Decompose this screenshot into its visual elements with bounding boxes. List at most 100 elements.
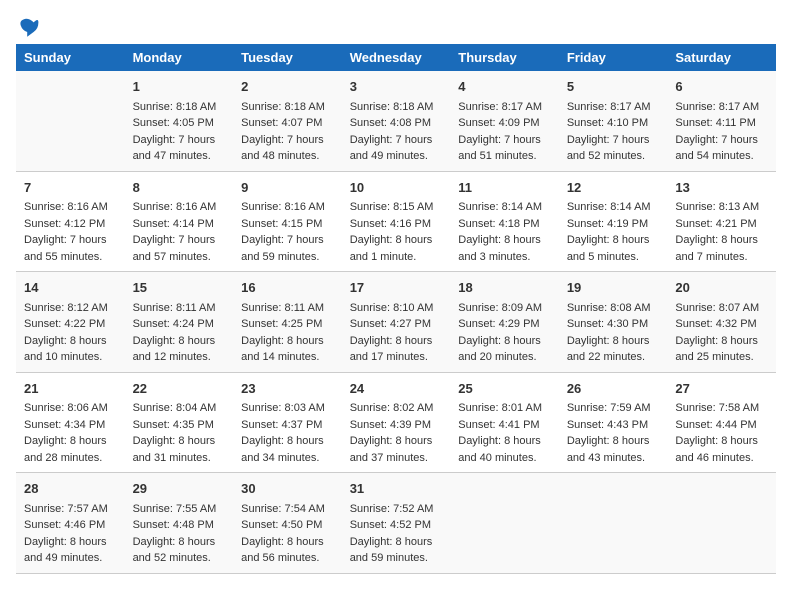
daylight: Daylight: 7 hours and 51 minutes. xyxy=(458,134,541,163)
sunset: Sunset: 4:24 PM xyxy=(133,318,214,330)
day-number: 2 xyxy=(241,77,334,97)
sunrise: Sunrise: 8:10 AM xyxy=(350,302,434,314)
day-number: 18 xyxy=(458,278,551,298)
calendar-cell xyxy=(450,473,559,574)
calendar-cell: 5 Sunrise: 8:17 AM Sunset: 4:10 PM Daylight… xyxy=(559,71,668,171)
calendar-cell: 14Sunrise: 8:12 AMSunset: 4:22 PMDayligh… xyxy=(16,272,125,373)
day-number: 5 xyxy=(567,77,660,97)
sunrise: Sunrise: 8:14 AM xyxy=(567,201,651,213)
sunset: Sunset: 4:50 PM xyxy=(241,519,322,531)
sunset: Sunset: 4:15 PM xyxy=(241,218,322,230)
day-number: 1 xyxy=(133,77,226,97)
day-number: 13 xyxy=(675,178,768,198)
daylight: Daylight: 8 hours and 34 minutes. xyxy=(241,435,324,464)
sunrise: Sunrise: 8:11 AM xyxy=(241,302,324,314)
daylight: Daylight: 8 hours and 10 minutes. xyxy=(24,335,107,364)
sunset: Sunset: 4:08 PM xyxy=(350,117,431,129)
calendar-cell: 10Sunrise: 8:15 AMSunset: 4:16 PMDayligh… xyxy=(342,171,451,272)
calendar-table: SundayMondayTuesdayWednesdayThursdayFrid… xyxy=(16,44,776,574)
sunset: Sunset: 4:32 PM xyxy=(675,318,756,330)
sunrise: Sunrise: 8:02 AM xyxy=(350,402,434,414)
logo-icon xyxy=(16,16,40,40)
calendar-cell: 1Sunrise: 8:18 AMSunset: 4:05 PMDaylight… xyxy=(125,71,234,171)
day-number: 20 xyxy=(675,278,768,298)
daylight: Daylight: 8 hours and 28 minutes. xyxy=(24,435,107,464)
day-number: 28 xyxy=(24,479,117,499)
daylight: Daylight: 8 hours and 37 minutes. xyxy=(350,435,433,464)
calendar-cell xyxy=(559,473,668,574)
sunset: Sunset: 4:09 PM xyxy=(458,117,539,129)
day-number: 21 xyxy=(24,379,117,399)
daylight: Daylight: 8 hours and 17 minutes. xyxy=(350,335,433,364)
daylight: Daylight: 8 hours and 20 minutes. xyxy=(458,335,541,364)
sunrise: Sunrise: 8:17 AM xyxy=(458,101,542,113)
sunset: Sunset: 4:48 PM xyxy=(133,519,214,531)
day-number: 8 xyxy=(133,178,226,198)
sunrise: Sunrise: 8:18 AM xyxy=(241,101,325,113)
calendar-cell: 2Sunrise: 8:18 AMSunset: 4:07 PMDaylight… xyxy=(233,71,342,171)
sunrise: Sunrise: 8:11 AM xyxy=(133,302,216,314)
sunrise: Sunrise: 8:03 AM xyxy=(241,402,325,414)
sunset: Sunset: 4:44 PM xyxy=(675,419,756,431)
day-number: 11 xyxy=(458,178,551,198)
daylight: Daylight: 8 hours and 5 minutes. xyxy=(567,234,650,263)
sunrise: Sunrise: 7:52 AM xyxy=(350,503,434,515)
calendar-cell: 9Sunrise: 8:16 AMSunset: 4:15 PMDaylight… xyxy=(233,171,342,272)
calendar-cell: 18Sunrise: 8:09 AMSunset: 4:29 PMDayligh… xyxy=(450,272,559,373)
sunrise: Sunrise: 8:07 AM xyxy=(675,302,759,314)
sunrise: Sunrise: 8:14 AM xyxy=(458,201,542,213)
calendar-cell: 8Sunrise: 8:16 AMSunset: 4:14 PMDaylight… xyxy=(125,171,234,272)
sunset: Sunset: 4:34 PM xyxy=(24,419,105,431)
day-number: 23 xyxy=(241,379,334,399)
daylight: Daylight: 8 hours and 22 minutes. xyxy=(567,335,650,364)
calendar-cell: 27Sunrise: 7:58 AMSunset: 4:44 PMDayligh… xyxy=(667,372,776,473)
day-number: 4 xyxy=(458,77,551,97)
sunset: Sunset: 4:11 PM xyxy=(675,117,756,129)
day-number: 24 xyxy=(350,379,443,399)
sunset: Sunset: 4:10 PM xyxy=(567,117,648,129)
column-header-monday: Monday xyxy=(125,44,234,71)
daylight: Daylight: 7 hours and 48 minutes. xyxy=(241,134,324,163)
day-number: 12 xyxy=(567,178,660,198)
calendar-cell: 15Sunrise: 8:11 AMSunset: 4:24 PMDayligh… xyxy=(125,272,234,373)
day-number: 6 xyxy=(675,77,768,97)
sunset: Sunset: 4:18 PM xyxy=(458,218,539,230)
daylight: Daylight: 8 hours and 43 minutes. xyxy=(567,435,650,464)
calendar-cell: 21Sunrise: 8:06 AMSunset: 4:34 PMDayligh… xyxy=(16,372,125,473)
sunset: Sunset: 4:25 PM xyxy=(241,318,322,330)
column-header-sunday: Sunday xyxy=(16,44,125,71)
day-number: 19 xyxy=(567,278,660,298)
daylight: Daylight: 8 hours and 52 minutes. xyxy=(133,536,216,565)
day-number: 26 xyxy=(567,379,660,399)
sunset: Sunset: 4:37 PM xyxy=(241,419,322,431)
sunrise: Sunrise: 7:58 AM xyxy=(675,402,759,414)
sunrise: Sunrise: 8:17 AM xyxy=(675,101,759,113)
calendar-cell: 20 Sunrise: 8:07 AM Sunset: 4:32 PM Dayligh… xyxy=(667,272,776,373)
sunset: Sunset: 4:05 PM xyxy=(133,117,214,129)
sunrise: Sunrise: 8:04 AM xyxy=(133,402,217,414)
daylight: Daylight: 8 hours and 7 minutes. xyxy=(675,234,758,263)
daylight: Daylight: 8 hours and 25 minutes. xyxy=(675,335,758,364)
calendar-cell: 17Sunrise: 8:10 AMSunset: 4:27 PMDayligh… xyxy=(342,272,451,373)
daylight: Daylight: 7 hours and 54 minutes. xyxy=(675,134,758,163)
calendar-cell: 6 Sunrise: 8:17 AM Sunset: 4:11 PM Daylight… xyxy=(667,71,776,171)
day-number: 17 xyxy=(350,278,443,298)
sunset: Sunset: 4:52 PM xyxy=(350,519,431,531)
header-row: SundayMondayTuesdayWednesdayThursdayFrid… xyxy=(16,44,776,71)
sunset: Sunset: 4:12 PM xyxy=(24,218,105,230)
daylight: Daylight: 7 hours and 52 minutes. xyxy=(567,134,650,163)
day-number: 30 xyxy=(241,479,334,499)
calendar-cell: 24 Sunrise: 8:02 AM Sunset: 4:39 PM Dayligh… xyxy=(342,372,451,473)
calendar-cell: 28Sunrise: 7:57 AMSunset: 4:46 PMDayligh… xyxy=(16,473,125,574)
sunset: Sunset: 4:22 PM xyxy=(24,318,105,330)
sunset: Sunset: 4:39 PM xyxy=(350,419,431,431)
sunrise: Sunrise: 7:54 AM xyxy=(241,503,325,515)
sunrise: Sunrise: 8:09 AM xyxy=(458,302,542,314)
calendar-cell: 25Sunrise: 8:01 AMSunset: 4:41 PMDayligh… xyxy=(450,372,559,473)
sunrise: Sunrise: 8:16 AM xyxy=(133,201,217,213)
sunrise: Sunrise: 7:55 AM xyxy=(133,503,217,515)
sunrise: Sunrise: 8:17 AM xyxy=(567,101,651,113)
calendar-cell: 19Sunrise: 8:08 AMSunset: 4:30 PMDayligh… xyxy=(559,272,668,373)
sunrise: Sunrise: 8:15 AM xyxy=(350,201,434,213)
day-number: 9 xyxy=(241,178,334,198)
